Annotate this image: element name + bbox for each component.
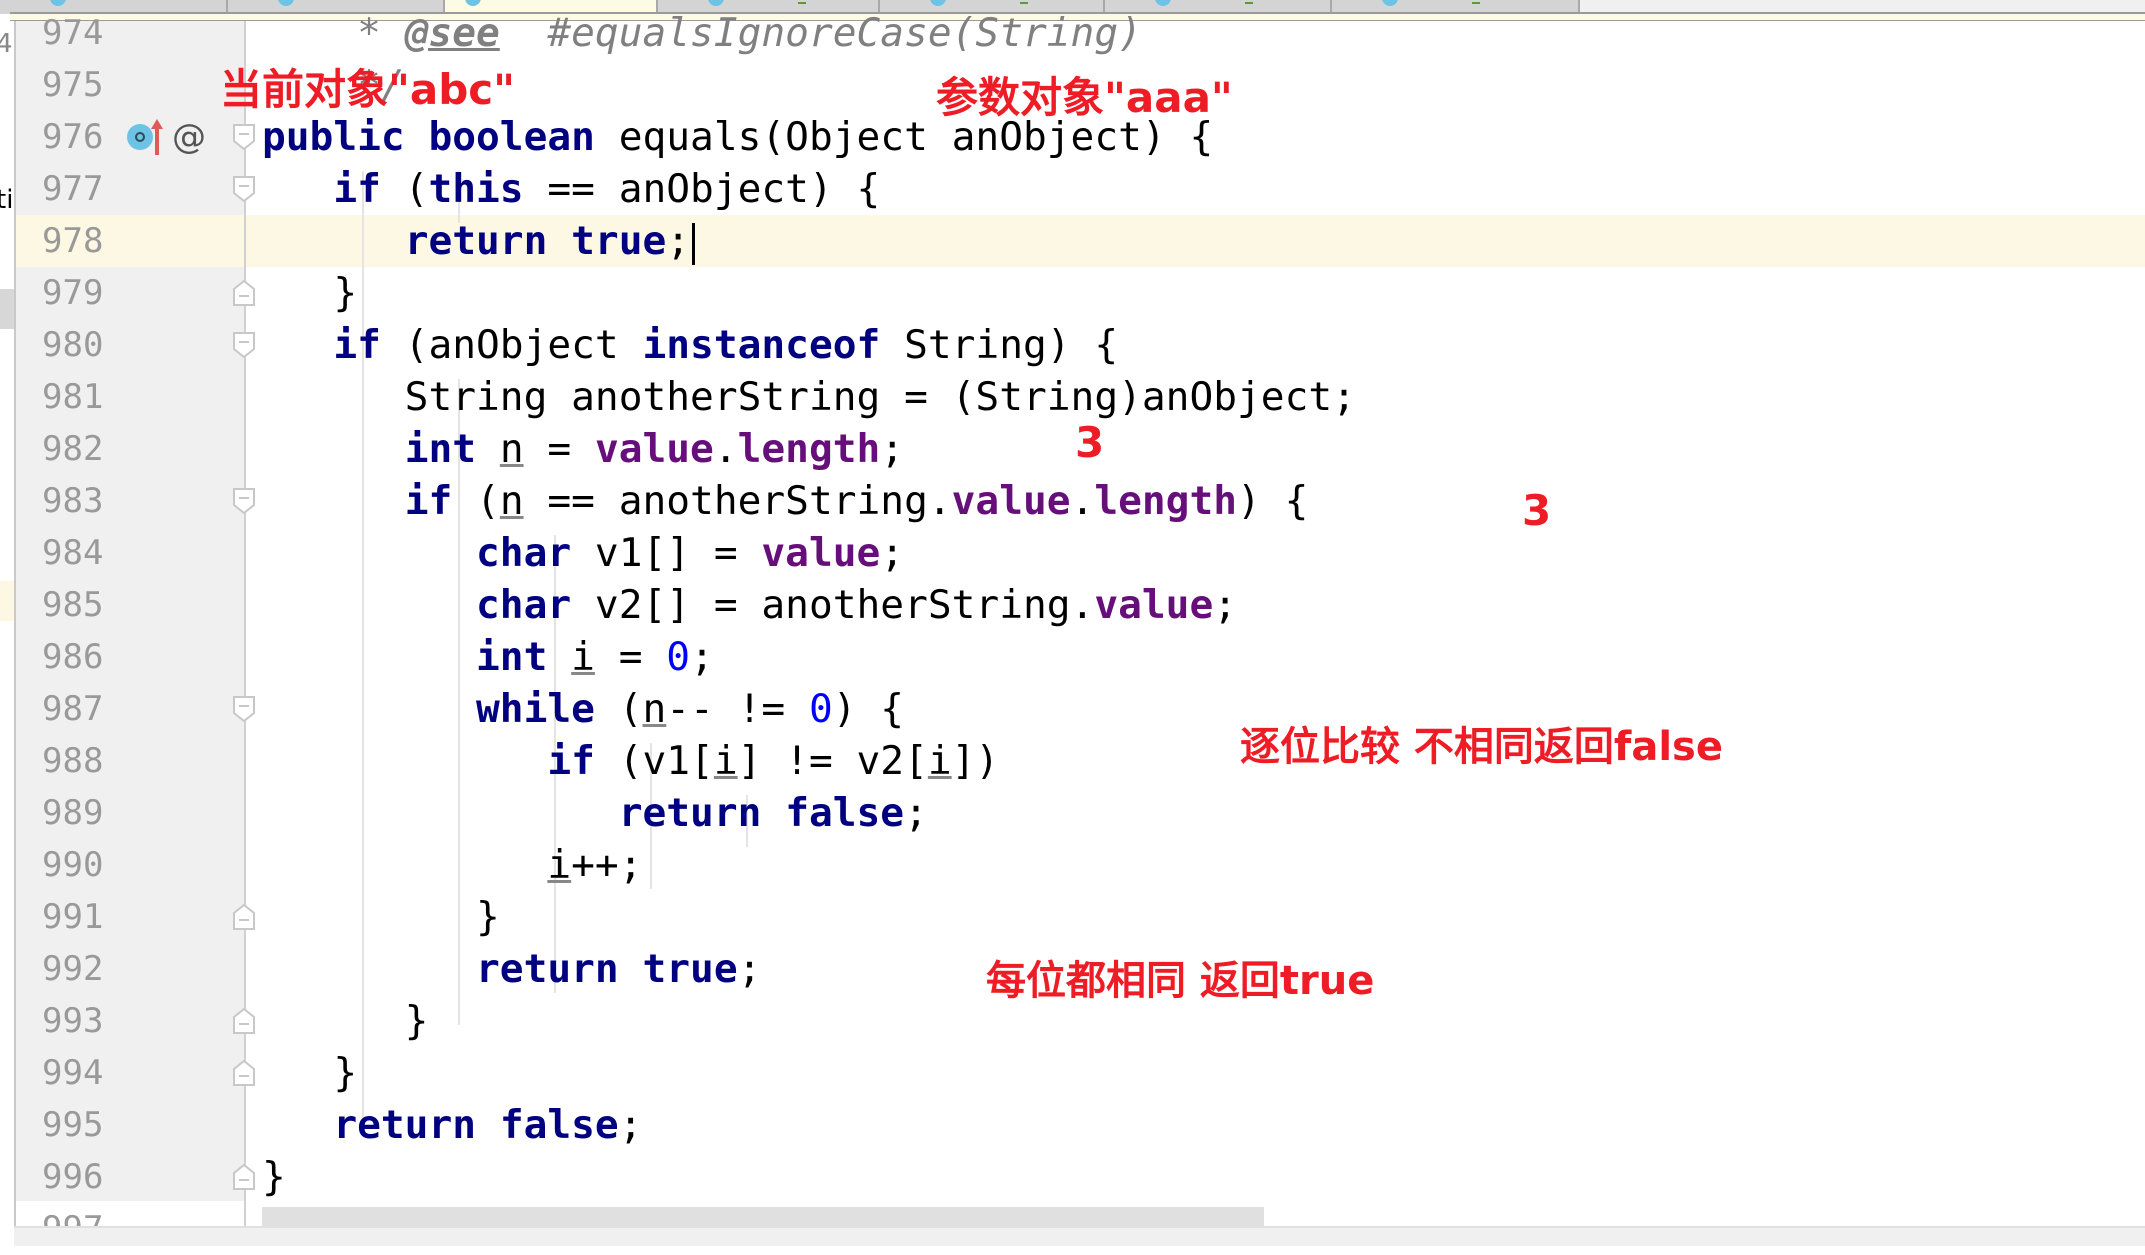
code-text[interactable]: return false; [262, 787, 928, 839]
code-text[interactable]: } [262, 995, 429, 1047]
code-text[interactable]: } [262, 1047, 357, 1099]
code-text[interactable]: int n = value.length; [262, 423, 904, 475]
code-text[interactable]: if (n == anotherString.value.length) { [262, 475, 1309, 527]
code-line[interactable]: 996} [0, 1151, 2145, 1203]
line-number[interactable]: 986 [42, 631, 103, 683]
fold-end-icon[interactable] [233, 1008, 255, 1034]
code-text[interactable]: } [262, 891, 500, 943]
line-number[interactable]: 994 [42, 1047, 103, 1099]
annotation-current-object: 当前对象"abc" [220, 65, 516, 114]
code-line[interactable]: 988 if (v1[i] != v2[i]) [0, 735, 2145, 787]
annotation-all-same-note: 每位都相同 返回true [986, 958, 1375, 1004]
java-class-icon [708, 0, 724, 6]
code-text[interactable]: String anotherString = (String)anObject; [262, 371, 1356, 423]
annotation-param-object: 参数对象"aaa" [936, 73, 1233, 122]
code-line[interactable]: 979 } [0, 267, 2145, 319]
fold-end-icon[interactable] [233, 904, 255, 930]
code-line[interactable]: 989 return false; [0, 787, 2145, 839]
fold-collapse-icon[interactable] [233, 696, 255, 722]
java-class-icon [930, 0, 946, 6]
code-text[interactable]: if (anObject instanceof String) { [262, 319, 1118, 371]
java-class-icon [465, 0, 481, 6]
line-number[interactable]: 996 [42, 1151, 103, 1203]
code-text[interactable]: i++; [262, 839, 642, 891]
java-class-icon [1155, 0, 1171, 6]
java-class-icon [1382, 0, 1398, 6]
implemented-up-arrow-icon[interactable] [150, 117, 164, 157]
line-number[interactable]: 985 [42, 579, 103, 631]
code-line[interactable]: 991 } [0, 891, 2145, 943]
line-number[interactable]: 983 [42, 475, 103, 527]
line-number[interactable]: 988 [42, 735, 103, 787]
code-line[interactable]: 977 if (this == anObject) { [0, 163, 2145, 215]
line-number[interactable]: 981 [42, 371, 103, 423]
fold-end-icon[interactable] [233, 1060, 255, 1086]
fold-collapse-icon[interactable] [233, 488, 255, 514]
code-text[interactable]: char v1[] = value; [262, 527, 904, 579]
java-class-icon [50, 0, 66, 6]
line-number[interactable]: 991 [42, 891, 103, 943]
code-line[interactable]: 986 int i = 0; [0, 631, 2145, 683]
code-text[interactable]: return true; [262, 215, 696, 267]
code-line[interactable]: 985 char v2[] = anotherString.value; [0, 579, 2145, 631]
line-number[interactable]: 992 [42, 943, 103, 995]
code-text[interactable]: } [262, 1151, 286, 1203]
code-text[interactable]: char v2[] = anotherString.value; [262, 579, 1237, 631]
line-number[interactable]: 974 [42, 7, 103, 59]
status-bar [14, 1226, 2145, 1246]
line-number[interactable]: 995 [42, 1099, 103, 1151]
fold-collapse-icon[interactable] [233, 176, 255, 202]
code-line[interactable]: 990 i++; [0, 839, 2145, 891]
code-text[interactable]: if (this == anObject) { [262, 163, 880, 215]
line-number[interactable]: 977 [42, 163, 103, 215]
annotation-compare-note: 逐位比较 不相同返回false [1240, 724, 1723, 770]
fold-collapse-icon[interactable] [233, 332, 255, 358]
annotation-length-param: 3 [1522, 486, 1552, 535]
code-line[interactable]: 983 if (n == anotherString.value.length)… [0, 475, 2145, 527]
java-class-icon [278, 0, 294, 6]
code-text[interactable]: } [262, 267, 357, 319]
code-text[interactable]: int i = 0; [262, 631, 714, 683]
line-number[interactable]: 975 [42, 59, 103, 111]
code-text[interactable]: * @see #equalsIgnoreCase(String) [262, 7, 1142, 59]
code-line[interactable]: 978 return true; [0, 215, 2145, 267]
gutter-icons-row: @ [0, 111, 300, 163]
line-number[interactable]: 984 [42, 527, 103, 579]
code-text[interactable]: return true; [262, 943, 761, 995]
line-number[interactable]: 993 [42, 995, 103, 1047]
code-line[interactable]: 995 return false; [0, 1099, 2145, 1151]
horizontal-scrollbar-thumb[interactable] [262, 1207, 1264, 1227]
code-text[interactable]: return false; [262, 1099, 642, 1151]
code-line[interactable]: 987 while (n-- != 0) { [0, 683, 2145, 735]
annotation-at-icon[interactable]: @ [172, 111, 206, 163]
code-line[interactable]: 980 if (anObject instanceof String) { [0, 319, 2145, 371]
fold-end-icon[interactable] [233, 280, 255, 306]
code-line[interactable]: 981 String anotherString = (String)anObj… [0, 371, 2145, 423]
line-number[interactable]: 989 [42, 787, 103, 839]
code-line[interactable]: 974 * @see #equalsIgnoreCase(String) [0, 7, 2145, 59]
line-number[interactable]: 982 [42, 423, 103, 475]
line-number[interactable]: 978 [42, 215, 103, 267]
fold-end-icon[interactable] [233, 1164, 255, 1190]
code-line[interactable]: 994 } [0, 1047, 2145, 1099]
code-line[interactable]: 982 int n = value.length; [0, 423, 2145, 475]
code-line[interactable]: 984 char v1[] = value; [0, 527, 2145, 579]
line-number[interactable]: 979 [42, 267, 103, 319]
line-number[interactable]: 990 [42, 839, 103, 891]
code-text[interactable]: while (n-- != 0) { [262, 683, 904, 735]
text-caret [692, 222, 696, 265]
code-text[interactable]: if (v1[i] != v2[i]) [262, 735, 999, 787]
annotation-length-current: 3 [1075, 418, 1105, 467]
line-number[interactable]: 980 [42, 319, 103, 371]
line-number[interactable]: 987 [42, 683, 103, 735]
